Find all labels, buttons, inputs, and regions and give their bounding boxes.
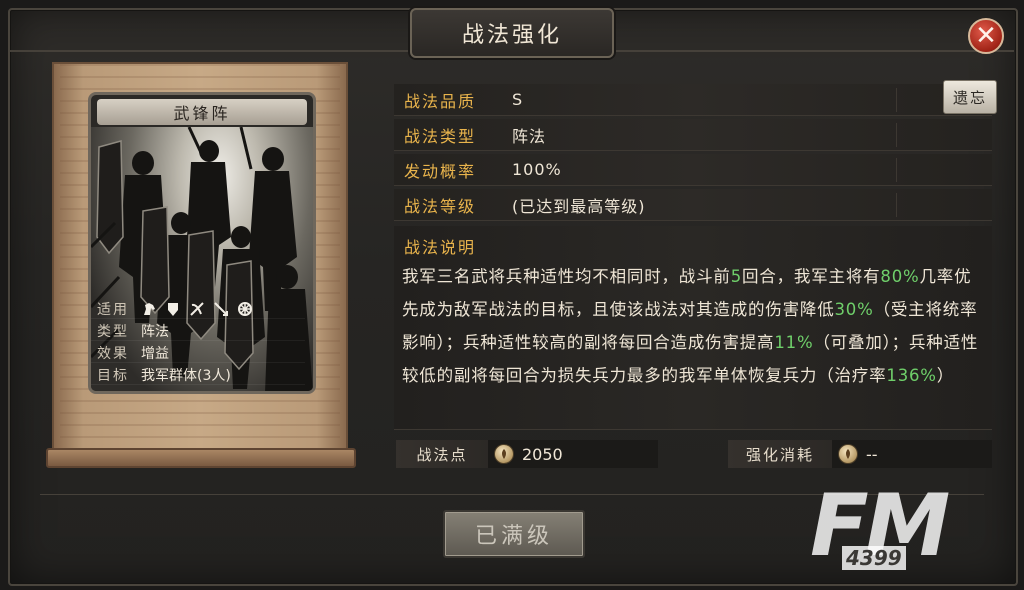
stat-label: 目标	[97, 367, 129, 384]
tactic-name: 武锋阵	[97, 99, 307, 125]
card-stat-applicable: 适用	[91, 299, 305, 319]
stat-value: 我军群体(3人)	[141, 367, 231, 384]
title-plate: 战法强化	[410, 8, 614, 58]
stat-label: 适用	[97, 301, 129, 318]
info-label: 战法类型	[404, 126, 477, 146]
watermark-number: 4399	[842, 546, 906, 570]
info-label: 战法品质	[404, 91, 477, 111]
desc-highlight: 30%	[834, 300, 874, 319]
desc-highlight: 11%	[774, 333, 814, 352]
info-label: 战法等级	[404, 196, 477, 216]
info-separator	[896, 158, 897, 182]
points-value: 2050	[522, 444, 563, 464]
dialog-title: 战法强化	[461, 23, 562, 48]
info-separator	[896, 193, 897, 217]
info-separator	[896, 123, 897, 147]
desc-part: 回合，我军主将有	[742, 267, 881, 286]
info-value: (已达到最高等级)	[512, 196, 646, 216]
close-icon: ✕	[975, 21, 997, 51]
info-value: 阵法	[512, 126, 547, 146]
info-value: 100%	[512, 160, 562, 179]
close-button[interactable]: ✕	[968, 18, 1004, 54]
card-stat-type: 类型 阵法	[91, 321, 305, 341]
shield-icon	[168, 302, 178, 316]
description-box: 战法说明 我军三名武将兵种适性均不相同时，战斗前5回合，我军主将有80%几率优先…	[394, 226, 992, 430]
unit-type-icons	[141, 301, 253, 317]
description-title: 战法说明	[404, 238, 477, 257]
forget-button[interactable]: 遗忘	[943, 80, 997, 114]
scroll-rod	[46, 448, 356, 468]
tactic-point-icon	[494, 444, 514, 464]
info-row-type: 战法类型 阵法	[394, 119, 992, 151]
site-watermark: FM 4399	[810, 482, 994, 578]
card-stat-effect: 效果 增益	[91, 343, 305, 363]
spear-icon	[214, 301, 228, 316]
stat-value: 增益	[141, 345, 169, 362]
stat-label: 类型	[97, 323, 129, 340]
max-level-button[interactable]: 已满级	[443, 510, 585, 558]
info-separator	[896, 88, 897, 112]
desc-highlight: 80%	[880, 267, 920, 286]
cost-label: 强化消耗	[728, 440, 832, 468]
bow-icon	[190, 301, 204, 316]
wheel-icon	[238, 301, 252, 316]
cost-box: --	[832, 440, 992, 468]
desc-highlight: 136%	[886, 366, 937, 385]
card-stat-target: 目标 我军群体(3人)	[91, 365, 305, 385]
stat-label: 效果	[97, 345, 129, 362]
info-label: 发动概率	[404, 161, 477, 181]
points-box: 2050	[488, 440, 658, 468]
info-row-level: 战法等级 (已达到最高等级)	[394, 189, 992, 221]
description-text: 我军三名武将兵种适性均不相同时，战斗前5回合，我军主将有80%几率优先成为敌军战…	[402, 260, 988, 392]
stat-value: 阵法	[141, 323, 169, 340]
cost-value: --	[866, 444, 878, 464]
tactic-points: 战法点 2050	[396, 440, 658, 468]
desc-highlight: 5	[730, 267, 743, 286]
tactic-card: 武锋阵 适用 类型 阵法 效果 增益 目标 我军群体(3人)	[88, 92, 316, 394]
desc-part: 我军三名武将兵种适性均不相同时，战斗前	[402, 267, 731, 286]
desc-part: ）	[936, 366, 955, 385]
info-row-rate: 发动概率 100%	[394, 154, 992, 186]
upgrade-cost: 强化消耗 --	[728, 440, 992, 468]
info-value: S	[512, 90, 524, 109]
info-row-quality: 战法品质 S	[394, 84, 992, 116]
points-label: 战法点	[396, 440, 488, 468]
tactic-point-icon	[838, 444, 858, 464]
horse-icon	[144, 302, 155, 315]
